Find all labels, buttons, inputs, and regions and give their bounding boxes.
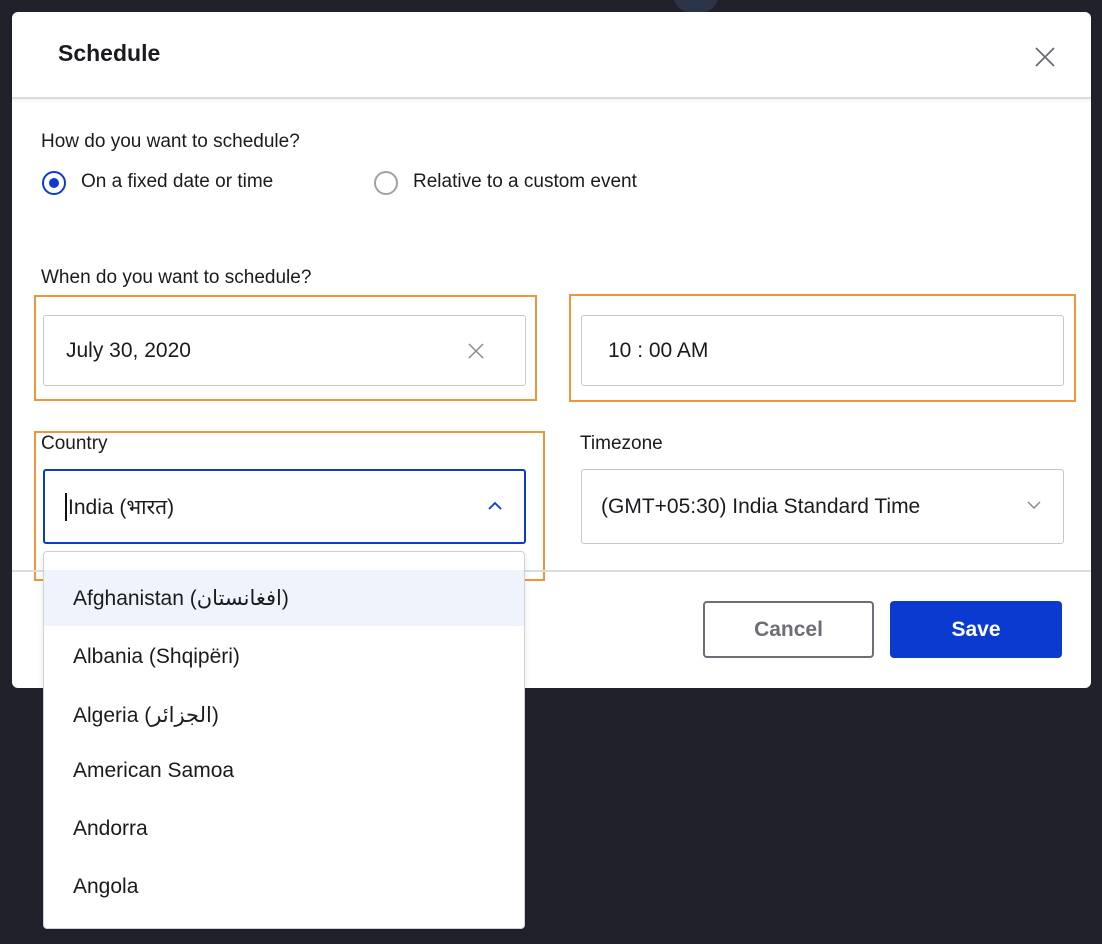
dialog-title: Schedule — [58, 40, 161, 66]
country-option[interactable]: Algeria (الجزائر) — [44, 687, 524, 743]
country-dropdown-list[interactable]: Afghanistan (افغانستان) Albania (Shqipër… — [43, 551, 525, 929]
country-option-label: Andorra — [73, 817, 148, 840]
when-question: When do you want to schedule? — [41, 267, 312, 288]
date-value: July 30, 2020 — [66, 338, 191, 362]
country-option-label: Algeria (الجزائر) — [73, 703, 219, 727]
schedule-type-question: How do you want to schedule? — [41, 131, 300, 152]
radio-relative-event[interactable] — [374, 171, 398, 195]
clear-date-icon[interactable] — [468, 343, 484, 359]
country-option[interactable]: Angola — [44, 859, 524, 915]
country-option[interactable]: Afghanistan (افغانستان) — [44, 570, 524, 626]
close-icon[interactable] — [1034, 46, 1056, 68]
timezone-select[interactable]: (GMT+05:30) India Standard Time — [581, 469, 1064, 544]
time-value: 10 : 00 AM — [608, 338, 709, 362]
timezone-value: (GMT+05:30) India Standard Time — [601, 494, 921, 518]
country-option-label: Angola — [73, 875, 139, 898]
radio-fixed-date-label[interactable]: On a fixed date or time — [81, 171, 273, 193]
date-input[interactable]: July 30, 2020 — [43, 315, 526, 386]
country-option-label: American Samoa — [73, 759, 235, 782]
cancel-button[interactable]: Cancel — [703, 601, 874, 658]
country-option[interactable]: Andorra — [44, 801, 524, 857]
radio-relative-event-label[interactable]: Relative to a custom event — [413, 171, 637, 193]
save-button[interactable]: Save — [890, 601, 1062, 658]
time-input[interactable]: 10 : 00 AM — [581, 315, 1064, 386]
timezone-label: Timezone — [580, 433, 663, 454]
country-option-label: Afghanistan (افغانستان) — [73, 586, 289, 610]
chevron-down-icon[interactable] — [1026, 500, 1042, 510]
country-option-label: Albania (Shqipëri) — [73, 645, 240, 668]
dialog-header: Schedule — [12, 12, 1091, 99]
country-option[interactable]: Albania (Shqipëri) — [44, 629, 524, 685]
country-option[interactable]: American Samoa — [44, 743, 524, 799]
radio-fixed-date[interactable] — [42, 171, 66, 195]
